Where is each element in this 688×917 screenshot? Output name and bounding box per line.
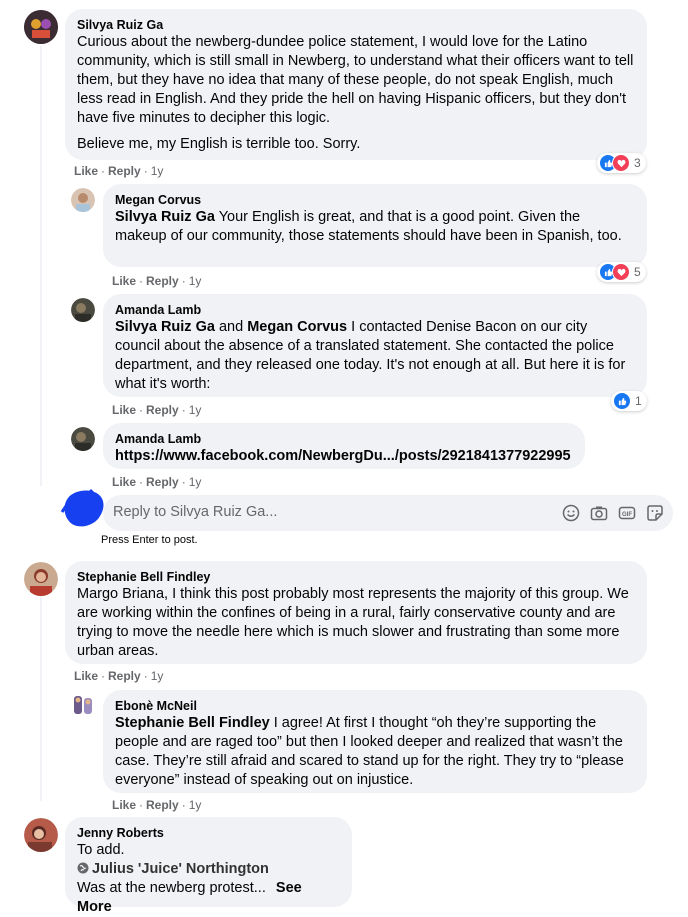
comment-text: Margo Briana, I think this post probably… xyxy=(77,586,629,659)
comment-author[interactable]: Amanda Lamb xyxy=(115,302,635,318)
comment-bubble: Jenny Roberts To add. Julius 'Juice' Nor… xyxy=(65,817,352,915)
reply-input[interactable]: Reply to Silvya Ruiz Ga... xyxy=(113,504,277,520)
reaction-summary[interactable]: 1 xyxy=(611,391,647,411)
comment-text: Silvya Ruiz Ga Your English is great, an… xyxy=(115,209,622,244)
emoji-icon[interactable] xyxy=(562,504,580,522)
thread-line xyxy=(40,46,42,486)
shared-link[interactable]: https://www.facebook.com/NewbergDu.../po… xyxy=(115,447,573,466)
comment-actions: Like · Reply · 1y xyxy=(74,669,164,683)
reaction-summary[interactable]: 5 xyxy=(597,262,646,282)
comment-author[interactable]: Silvya Ruiz Ga xyxy=(77,17,635,33)
mention-link[interactable]: Silvya Ruiz Ga xyxy=(115,209,215,225)
comment-text: Stephanie Bell Findley I agree! At first… xyxy=(115,715,624,788)
thread-line xyxy=(40,596,42,801)
reply-button[interactable]: Reply xyxy=(146,475,179,489)
reaction-count: 5 xyxy=(634,265,641,279)
gif-icon[interactable]: GIF xyxy=(618,504,636,522)
comment-text: Silvya Ruiz Ga and Megan Corvus I contac… xyxy=(115,319,626,392)
svg-text:GIF: GIF xyxy=(622,512,632,518)
reply-button[interactable]: Reply xyxy=(146,798,179,812)
reply-input-box[interactable]: Reply to Silvya Ruiz Ga... GIF xyxy=(103,495,673,531)
comment-text: Believe me, my English is terrible too. … xyxy=(77,136,361,152)
avatar[interactable] xyxy=(71,298,95,322)
avatar[interactable] xyxy=(24,818,58,852)
reply-button[interactable]: Reply xyxy=(108,164,141,178)
reply-button[interactable]: Reply xyxy=(146,274,179,288)
avatar[interactable] xyxy=(24,562,58,596)
sticker-icon[interactable] xyxy=(646,504,664,522)
like-button[interactable]: Like xyxy=(112,798,136,812)
comment-bubble: Silvya Ruiz Ga Curious about the newberg… xyxy=(65,9,647,160)
avatar[interactable] xyxy=(24,10,58,44)
comment-timestamp[interactable]: 1y xyxy=(189,798,202,812)
love-reaction-icon xyxy=(612,263,630,281)
camera-icon[interactable] xyxy=(590,504,608,522)
like-button[interactable]: Like xyxy=(112,274,136,288)
comment-author[interactable]: Amanda Lamb xyxy=(115,431,573,447)
reaction-count: 3 xyxy=(634,156,641,170)
comment-author[interactable]: Stephanie Bell Findley xyxy=(77,569,635,585)
shared-preview: Was at the newberg protest... See More xyxy=(77,880,302,915)
comment-bubble: Amanda Lamb https://www.facebook.com/New… xyxy=(103,423,585,469)
comment-actions: Like · Reply · 1y xyxy=(112,475,202,489)
mention-link[interactable]: Stephanie Bell Findley xyxy=(115,715,270,731)
comment-actions: Like · Reply · 1y xyxy=(112,798,202,812)
comment-actions: Like · Reply · 1y xyxy=(112,274,202,288)
comment-bubble: Ebonè McNeil Stephanie Bell Findley I ag… xyxy=(103,690,647,793)
comment-bubble: Megan Corvus Silvya Ruiz Ga Your English… xyxy=(103,184,647,267)
like-button[interactable]: Like xyxy=(74,669,98,683)
like-button[interactable]: Like xyxy=(112,475,136,489)
mention-link[interactable]: Silvya Ruiz Ga xyxy=(115,319,215,335)
reaction-summary[interactable]: 3 xyxy=(597,153,646,173)
comment-timestamp[interactable]: 1y xyxy=(189,403,202,417)
comment-author[interactable]: Ebonè McNeil xyxy=(115,698,635,714)
comment-actions: Like · Reply · 1y xyxy=(74,164,164,178)
like-button[interactable]: Like xyxy=(74,164,98,178)
comment-author[interactable]: Megan Corvus xyxy=(115,192,635,208)
comment-bubble: Amanda Lamb Silvya Ruiz Ga and Megan Cor… xyxy=(103,294,647,397)
reply-button[interactable]: Reply xyxy=(146,403,179,417)
globe-icon xyxy=(77,862,89,874)
comment-actions: Like · Reply · 1y xyxy=(112,403,202,417)
comment-author[interactable]: Jenny Roberts xyxy=(77,825,340,841)
like-button[interactable]: Like xyxy=(112,403,136,417)
avatar[interactable] xyxy=(71,188,95,212)
comment-text: To add. xyxy=(77,842,125,858)
comment-timestamp[interactable]: 1y xyxy=(189,475,202,489)
comment-timestamp[interactable]: 1y xyxy=(189,274,202,288)
comment-timestamp[interactable]: 1y xyxy=(151,669,164,683)
comment-text: Curious about the newberg-dundee police … xyxy=(77,34,634,126)
press-enter-hint: Press Enter to post. xyxy=(101,534,198,546)
love-reaction-icon xyxy=(612,154,630,172)
comment-bubble: Stephanie Bell Findley Margo Briana, I t… xyxy=(65,561,647,664)
reply-button[interactable]: Reply xyxy=(108,669,141,683)
comment-timestamp[interactable]: 1y xyxy=(151,164,164,178)
like-reaction-icon xyxy=(613,392,631,410)
shared-author[interactable]: Julius 'Juice' Northington xyxy=(77,860,340,879)
avatar[interactable] xyxy=(71,427,95,451)
reaction-count: 1 xyxy=(635,394,642,408)
current-user-avatar xyxy=(60,488,108,530)
avatar[interactable] xyxy=(71,694,95,718)
mention-link[interactable]: Megan Corvus xyxy=(247,319,347,335)
